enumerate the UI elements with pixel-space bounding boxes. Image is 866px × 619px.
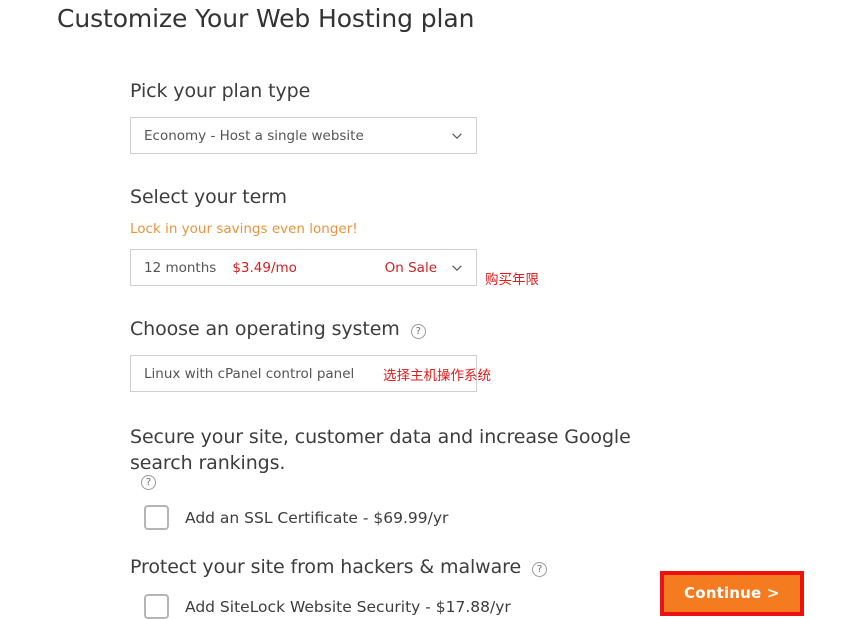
operating-system-heading-text: Choose an operating system <box>130 318 400 340</box>
ssl-checkbox-row[interactable]: Add an SSL Certificate - $69.99/yr <box>144 505 850 530</box>
plan-type-select[interactable]: Economy - Host a single website <box>130 117 477 154</box>
plan-type-section: Pick your plan type Economy - Host a sin… <box>130 78 850 154</box>
help-circle-icon[interactable]: ? <box>532 562 548 577</box>
plan-type-selected-value: Economy - Host a single website <box>144 127 364 144</box>
ssl-heading-text: Secure your site, customer data and incr… <box>130 426 631 474</box>
operating-system-section: Choose an operating system ? Linux with … <box>130 316 850 392</box>
hosting-customization-form: Pick your plan type Economy - Host a sin… <box>130 78 850 619</box>
term-promo-text: Lock in your savings even longer! <box>130 221 358 237</box>
help-circle-icon[interactable]: ? <box>410 324 426 339</box>
sitelock-heading-text: Protect your site from hackers & malware <box>130 556 522 578</box>
continue-button-highlight: Continue > <box>660 571 804 616</box>
term-heading: Select your term <box>130 184 850 210</box>
ssl-heading: Secure your site, customer data and incr… <box>130 424 645 491</box>
operating-system-selected-value: Linux with cPanel control panel <box>144 365 355 382</box>
chevron-down-icon[interactable] <box>450 129 464 143</box>
term-heading-text: Select your term <box>130 186 287 208</box>
operating-system-select[interactable]: Linux with cPanel control panel <box>130 355 477 392</box>
continue-button[interactable]: Continue > <box>664 575 800 612</box>
sitelock-checkbox[interactable] <box>144 594 169 619</box>
plan-type-heading: Pick your plan type <box>130 78 850 104</box>
term-select[interactable]: 12 months $3.49/mo On Sale <box>130 249 477 286</box>
chevron-down-icon[interactable] <box>450 261 464 275</box>
operating-system-heading: Choose an operating system ? <box>130 316 850 342</box>
term-duration-value: 12 months <box>144 259 217 276</box>
sitelock-checkbox-label: Add SiteLock Website Security - $17.88/y… <box>185 597 511 616</box>
ssl-checkbox-label: Add an SSL Certificate - $69.99/yr <box>185 508 449 527</box>
help-circle-icon[interactable]: ? <box>141 475 156 490</box>
ssl-checkbox[interactable] <box>144 505 169 530</box>
term-price-value: $3.49/mo <box>232 259 297 276</box>
term-section: Select your term Lock in your savings ev… <box>130 184 850 288</box>
ssl-section: Secure your site, customer data and incr… <box>130 424 850 530</box>
page-title: Customize Your Web Hosting plan <box>57 4 475 33</box>
term-annotation: 购买年限 <box>485 272 539 288</box>
term-sale-badge: On Sale <box>384 259 437 276</box>
plan-type-heading-text: Pick your plan type <box>130 80 311 102</box>
